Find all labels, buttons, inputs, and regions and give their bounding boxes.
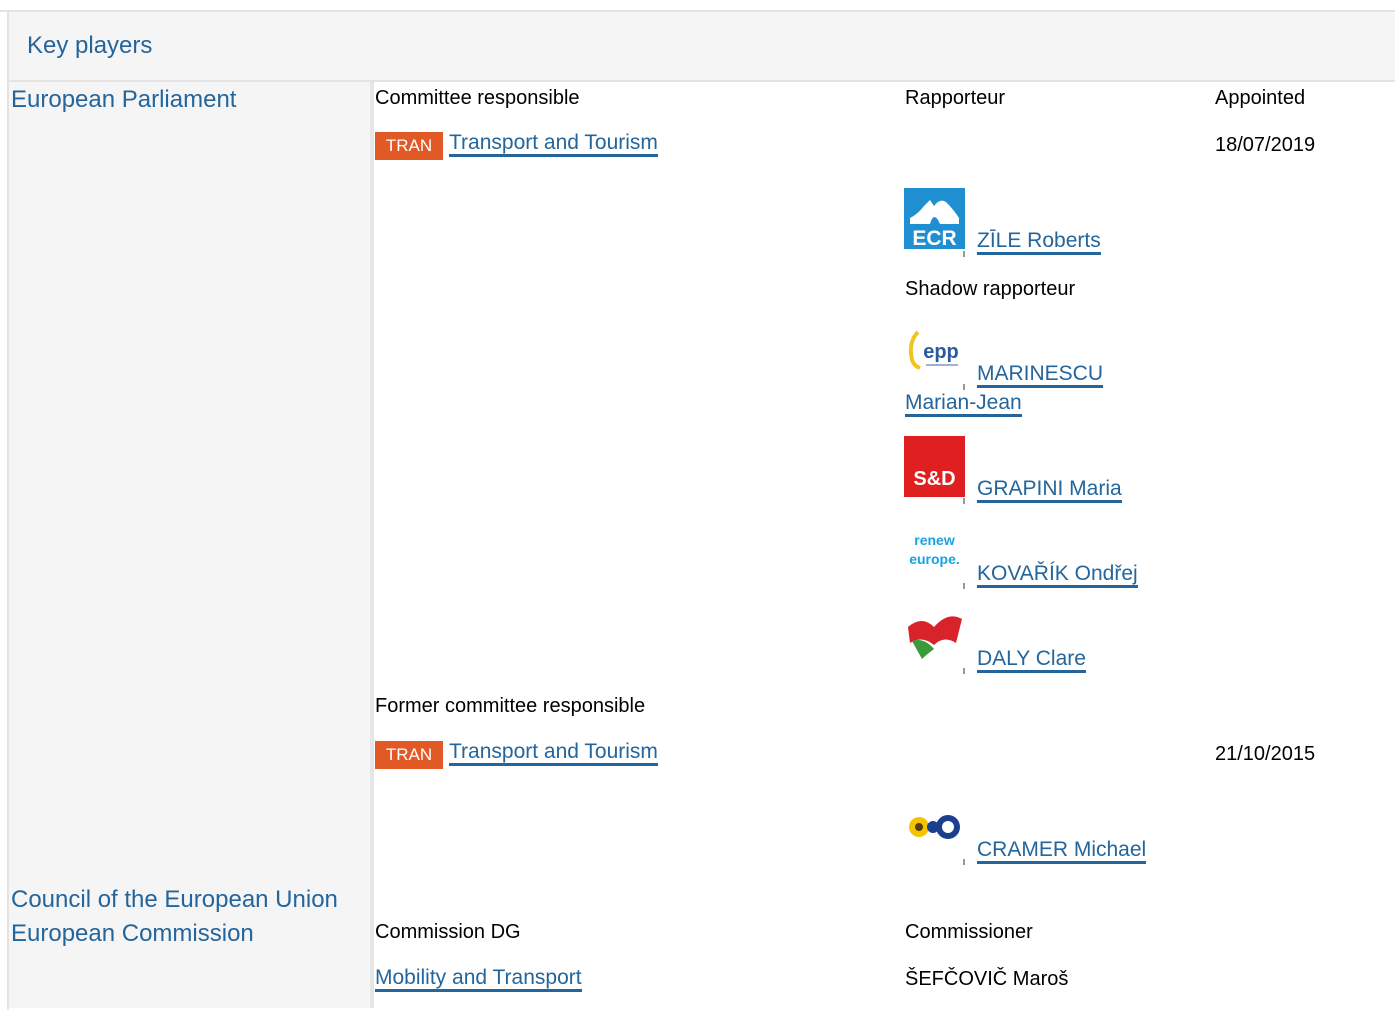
institution-council: Council of the European Union xyxy=(11,886,338,913)
former-rapporteur-cramer-michael-link[interactable]: CRAMER Michael xyxy=(977,838,1147,864)
greens-efa-logo-icon xyxy=(904,808,965,869)
former-committee-code-badge: TRAN xyxy=(375,741,443,769)
logo-tick xyxy=(963,668,965,674)
logo-tick xyxy=(963,251,965,257)
appointed-label: Appointed xyxy=(1215,87,1306,109)
shadow-rapporteur-label: Shadow rapporteur xyxy=(905,278,1076,300)
renew-europe-logo-icon: renew europe. xyxy=(904,520,965,581)
shadow-grapini-maria-link[interactable]: GRAPINI Maria xyxy=(977,477,1122,503)
former-committee-transport-tourism-link[interactable]: Transport and Tourism xyxy=(449,740,658,766)
shadow-kovarik-ondrej-link[interactable]: KOVAŘÍK Ondřej xyxy=(977,562,1138,588)
rapporteur-zile-roberts-link[interactable]: ZĪLE Roberts xyxy=(977,229,1101,255)
logo-tick xyxy=(963,583,965,589)
sd-logo-text: S&D xyxy=(913,468,955,490)
shadow-marinescu-link-line2[interactable]: Marian-Jean xyxy=(905,391,1022,417)
renew-logo-text-1: renew xyxy=(914,532,955,548)
shadow-marinescu-link-line1[interactable]: MARINESCU xyxy=(977,362,1104,388)
institution-european-parliament: European Parliament xyxy=(11,86,237,113)
commission-dg-label: Commission DG xyxy=(375,921,521,943)
former-committee-label: Former committee responsible xyxy=(375,695,646,717)
former-committee-appointed-date: 21/10/2015 xyxy=(1215,743,1316,765)
committee-responsible-label: Committee responsible xyxy=(375,87,580,109)
institutions-column xyxy=(9,82,370,1008)
epp-logo-text: epp xyxy=(923,341,959,363)
section-header: Key players xyxy=(9,12,1395,82)
shadow-daly-clare-link[interactable]: DALY Clare xyxy=(977,647,1086,673)
committee-code-badge: TRAN xyxy=(375,132,443,160)
epp-logo-icon: epp xyxy=(904,320,965,381)
sd-logo-icon: S&D xyxy=(904,436,965,497)
institution-commission: European Commission xyxy=(11,920,254,947)
commissioner-name: ŠEFČOVIČ Maroš xyxy=(905,968,1069,990)
ecr-logo-text: ECR xyxy=(912,227,956,249)
ecr-logo-icon: ECR xyxy=(904,188,965,250)
gue-ngl-logo-icon xyxy=(904,605,965,666)
committee-appointed-date: 18/07/2019 xyxy=(1215,134,1316,156)
rapporteur-label: Rapporteur xyxy=(905,87,1006,109)
committee-transport-tourism-link[interactable]: Transport and Tourism xyxy=(449,131,658,157)
column-divider xyxy=(370,82,374,1008)
commissioner-label: Commissioner xyxy=(905,921,1033,943)
commission-dg-mobility-transport-link[interactable]: Mobility and Transport xyxy=(375,966,582,992)
logo-tick xyxy=(963,859,965,865)
section-title: Key players xyxy=(27,32,153,59)
logo-tick xyxy=(963,498,965,504)
renew-logo-text-2: europe. xyxy=(909,551,960,567)
